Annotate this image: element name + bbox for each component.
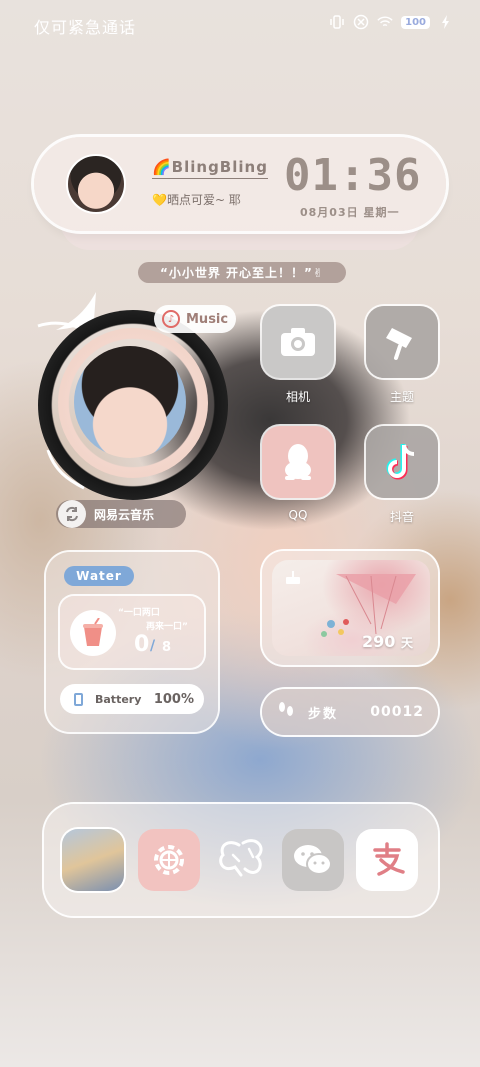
theme-app[interactable] (366, 306, 438, 378)
camera-icon (281, 328, 315, 356)
no-sim-icon (353, 14, 369, 30)
battery-icon: 100 (401, 15, 430, 29)
water-slogan-line1: “一口两口 (118, 608, 160, 618)
water-slogan-line2: 再来一口” (146, 622, 188, 632)
clock-time[interactable]: 01:36 (284, 150, 421, 201)
netease-music-icon: ♪ (162, 310, 180, 328)
music-cover-photo[interactable] (74, 346, 186, 458)
quote-banner: “小小世界 开心至上！！”✌ (138, 262, 346, 283)
footprints-icon (278, 701, 294, 723)
clock-date: 08月03日 星期一 (300, 206, 400, 219)
battery-widget: Battery 100% (60, 684, 204, 714)
alipay-app[interactable] (356, 829, 418, 891)
anniversary-days: 290 天 (362, 632, 413, 651)
camera-app[interactable] (262, 306, 334, 378)
water-slash: / (150, 638, 156, 654)
qq-penguin-icon (285, 444, 311, 480)
butterfly-icon (219, 839, 263, 877)
steps-value: 00012 (370, 704, 424, 720)
water-tag: Water (64, 566, 134, 586)
water-count: 0 (134, 632, 150, 657)
avatar[interactable] (66, 154, 126, 214)
qq-app[interactable] (262, 426, 334, 498)
charging-icon (438, 14, 454, 30)
gear-icon (154, 845, 184, 875)
netease-music-app[interactable]: 网易云音乐 (56, 500, 186, 528)
phone-battery-icon (74, 692, 83, 706)
netease-music-label: 网易云音乐 (94, 507, 155, 522)
wechat-app[interactable] (282, 829, 344, 891)
anniversary-unit: 天 (400, 636, 413, 650)
qq-label: QQ (288, 508, 308, 522)
butterfly-app[interactable] (210, 829, 272, 891)
steps-label: 步数 (308, 706, 339, 722)
douyin-app[interactable] (366, 426, 438, 498)
douyin-icon (386, 444, 415, 480)
theme-label: 主题 (389, 390, 414, 404)
status-carrier-text: 仅可紧急通话 (34, 18, 137, 37)
paint-roller-icon (386, 328, 412, 360)
music-badge[interactable]: ♪ Music (154, 305, 236, 333)
vibrate-icon (329, 14, 345, 30)
steps-widget[interactable]: 步数 00012 (262, 689, 438, 735)
battery-label: Battery (95, 692, 142, 706)
profile-name: 🌈BlingBling (152, 158, 268, 179)
drink-cup-icon (70, 610, 116, 656)
status-icons: 100 (329, 14, 454, 30)
refresh-icon (58, 500, 86, 528)
dock-photo-app[interactable] (62, 829, 124, 891)
wifi-icon (377, 14, 393, 30)
battery-value: 100% (153, 691, 194, 707)
music-badge-label: Music (186, 311, 229, 327)
wechat-icon (294, 845, 332, 875)
cake-icon (284, 568, 302, 586)
douyin-label: 抖音 (389, 510, 414, 524)
anniversary-count: 290 (362, 632, 396, 651)
settings-app[interactable] (138, 829, 200, 891)
water-total: 8 (162, 640, 172, 655)
alipay-icon (373, 842, 405, 876)
profile-bio: 💛晒点可爱~ 耶 (152, 193, 241, 207)
camera-label: 相机 (285, 390, 310, 404)
